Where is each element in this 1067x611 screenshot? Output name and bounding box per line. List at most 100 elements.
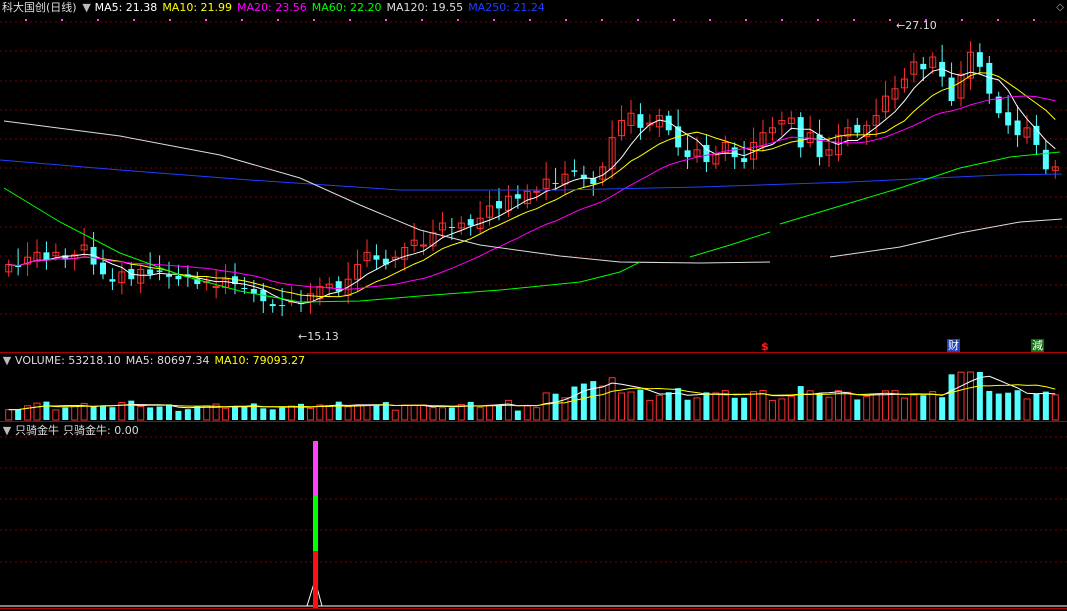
diamond-icon[interactable]: ◇ [1056,2,1064,13]
volume-bar [1051,394,1059,421]
top-marker-dot [709,19,711,21]
volume-bar [514,410,521,420]
volume-bar [778,398,786,421]
top-marker-dot [349,19,351,21]
indicator-signal-magenta [313,441,318,496]
top-marker-dot [1033,19,1035,21]
volume-legend-item-1: MA5: 80697.34 [125,354,210,367]
event-marker-finance[interactable]: 财 [947,339,960,352]
volume-bar [137,406,145,421]
volume-bar [269,409,276,420]
top-marker-dot [313,19,315,21]
volume-legend: VOLUME: 53218.10 MA5: 80697.34 MA10: 79093… [15,354,310,367]
volume-bar [467,401,474,420]
ma120-line [3,120,771,264]
volume-bar [109,407,116,420]
volume-bar [844,391,852,421]
candle-body [948,77,955,101]
volume-bar [948,374,955,420]
volume-bar [504,399,512,421]
candle-body [373,255,380,260]
event-marker-reduce[interactable]: 減 [1031,339,1044,352]
top-marker-dot [637,19,639,21]
kline-chart[interactable] [0,0,1067,611]
ma5-line [8,68,1056,305]
volume-bar [854,399,861,420]
volume-bar [590,381,597,420]
ma-legend-item-0: MA5: 21.38 [94,1,158,14]
candle-body [552,183,559,185]
top-marker-dot [241,19,243,21]
volume-bar [156,406,163,420]
collapse-icon[interactable]: ▼ [2,423,12,439]
volume-bar [882,390,890,421]
volume-bar [448,407,455,420]
volume-bar [872,394,880,421]
volume-bar [797,386,804,420]
volume-bar [542,392,550,421]
top-marker-dot [25,19,27,21]
candle-body [741,158,748,163]
volume-bar [429,407,437,421]
volume-bar [646,399,654,421]
candle-body [920,63,927,70]
volume-bar [523,405,531,421]
high-price-value: 27.10 [905,19,937,32]
volume-bar [496,404,502,420]
volume-bar [1005,392,1012,420]
volume-bar [806,390,814,421]
volume-bar [693,397,701,421]
volume-bar [335,401,342,420]
candle-body [166,274,172,277]
low-price-label: ←15.13 [298,330,339,343]
ma10-line [8,72,1056,298]
volume-bar [533,407,541,421]
collapse-icon[interactable]: ▼ [82,0,92,16]
volume-bar [920,395,927,420]
volume-bar [825,396,833,421]
candle-body [1005,112,1012,126]
volume-bar [232,406,238,420]
candle-body [43,252,50,260]
candle-body [571,170,578,172]
volume-bar [561,397,569,421]
volume-bar [241,406,248,420]
event-marker-dividend[interactable]: $ [761,340,769,353]
volume-bar [316,404,324,421]
stock-title: 科大国创(日线) [2,1,77,14]
top-marker-dot [133,19,135,21]
candle-body [109,279,116,282]
top-marker-dot [61,19,63,21]
volume-bar [71,405,79,421]
volume-bar [759,390,767,421]
candle-body [496,201,502,209]
volume-bar [33,402,41,421]
ma60-line [779,151,1061,225]
candle-body [514,194,521,199]
volume-bar [100,406,106,420]
volume-bar [279,407,286,420]
volume-bar [995,393,1002,420]
collapse-icon[interactable]: ▼ [2,353,12,369]
ma-legend-item-4: MA120: 19.55 [386,1,464,14]
volume-bar [665,392,672,420]
ma20-line [8,95,1056,290]
volume-bar [175,410,182,420]
candle-body [854,124,861,133]
volume-bar [438,407,446,421]
top-marker-dot [673,19,675,21]
volume-bar [1033,393,1040,420]
volume-bar [203,405,211,421]
candle-body [797,117,804,148]
volume-bar [194,406,201,420]
top-marker-dot [169,19,171,21]
volume-bar [787,395,795,421]
top-marker-dot [565,19,567,21]
volume-bar [52,409,60,421]
top-marker-dot [889,19,891,21]
volume-legend-item-0: VOLUME: 53218.10 [15,354,121,367]
candle-body [335,281,342,292]
volume-bar [325,405,333,421]
top-marker-dot [493,19,495,21]
top-marker-dot [745,19,747,21]
